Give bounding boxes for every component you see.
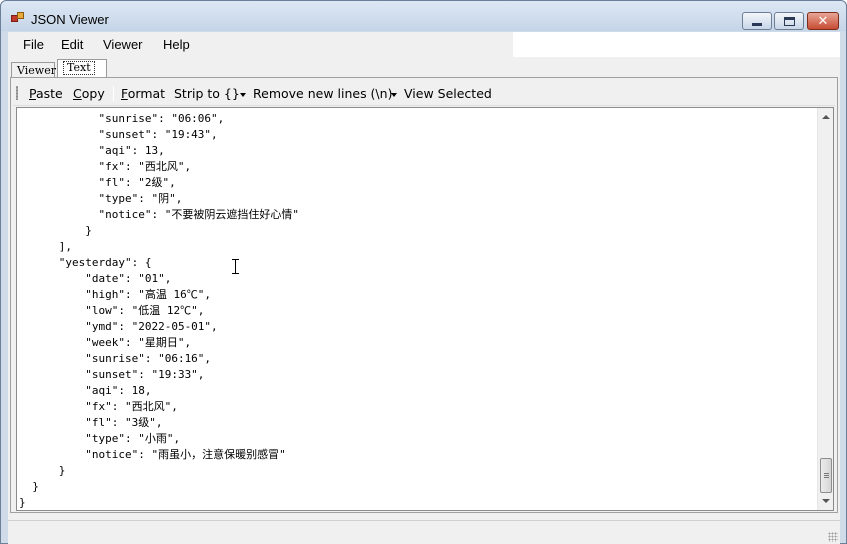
code-line: "notice": "雨虽小，注意保暖别感冒" xyxy=(19,448,286,461)
code-line: "fl": "3级", xyxy=(19,416,163,429)
status-bar xyxy=(8,520,840,544)
code-line: "type": "小雨", xyxy=(19,432,181,445)
strip-to-braces-button[interactable]: Strip to {} xyxy=(174,86,240,101)
code-line: "high": "高温 16℃", xyxy=(19,288,211,301)
close-button[interactable]: ✕ xyxy=(807,12,839,30)
scrollbar-thumb[interactable] xyxy=(820,458,832,493)
code-line: "aqi": 13, xyxy=(19,144,165,157)
toolbar-separator xyxy=(113,86,114,101)
code-line: } xyxy=(19,224,92,237)
menu-viewer[interactable]: Viewer xyxy=(103,37,143,52)
code-line: "type": "阴", xyxy=(19,192,183,205)
code-line: "ymd": "2022-05-01", xyxy=(19,320,218,333)
code-line: "fl": "2级", xyxy=(19,176,176,189)
code-line: "low": "低温 12℃", xyxy=(19,304,205,317)
code-line: "notice": "不要被阴云遮挡住好心情" xyxy=(19,208,299,221)
format-button[interactable]: Format xyxy=(121,86,165,101)
app-icon[interactable] xyxy=(11,12,25,24)
menu-edit[interactable]: Edit xyxy=(61,37,83,52)
code-line: "week": "星期日", xyxy=(19,336,192,349)
view-selected-button[interactable]: View Selected xyxy=(404,86,492,101)
text-tab-panel: Paste Copy Format Strip to {} Remove new… xyxy=(10,77,838,513)
menu-file[interactable]: File xyxy=(23,37,44,52)
maximize-icon xyxy=(783,16,795,26)
remove-newlines-dropdown-arrow-icon[interactable] xyxy=(391,93,397,97)
code-line: "sunset": "19:33", xyxy=(19,368,205,381)
close-icon: ✕ xyxy=(817,13,829,29)
tab-strip: Viewer Text xyxy=(8,59,840,79)
client-area: File Edit Viewer Help Viewer Text Paste … xyxy=(8,32,840,544)
tab-text[interactable]: Text xyxy=(57,59,107,78)
minimize-icon xyxy=(752,22,762,26)
app-window: JSON Viewer ✕ File Edit Viewer Help View… xyxy=(0,0,847,544)
code-line: ], xyxy=(19,240,72,253)
code-line: "aqi": 18, xyxy=(19,384,152,397)
tab-viewer[interactable]: Viewer xyxy=(11,62,56,78)
minimize-button[interactable] xyxy=(742,12,772,30)
vertical-scrollbar[interactable] xyxy=(817,108,833,510)
maximize-button[interactable] xyxy=(774,12,804,30)
code-line: "sunrise": "06:16", xyxy=(19,352,212,365)
tab-viewer-label: Viewer xyxy=(17,64,56,77)
code-line: "date": "01", xyxy=(19,272,172,285)
code-line: } xyxy=(19,496,26,509)
strip-dropdown-arrow-icon[interactable] xyxy=(240,93,246,97)
code-line: } xyxy=(19,464,66,477)
code-line: "fx": "西北风", xyxy=(19,160,192,173)
copy-button[interactable]: Copy xyxy=(73,86,105,101)
scroll-down-icon[interactable] xyxy=(822,499,830,503)
code-area[interactable]: "sunrise": "06:06", "sunset": "19:43", "… xyxy=(17,111,817,509)
scroll-up-icon[interactable] xyxy=(822,115,830,119)
resize-grip-icon[interactable] xyxy=(828,532,838,542)
remove-new-lines-button[interactable]: Remove new lines (\n) xyxy=(253,86,392,101)
code-line: } xyxy=(19,480,39,493)
toolbar-grip[interactable] xyxy=(16,86,18,100)
menu-bar-filler xyxy=(513,32,840,57)
code-line: "yesterday": { xyxy=(19,256,152,269)
code-line: "fx": "西北风", xyxy=(19,400,178,413)
menu-help[interactable]: Help xyxy=(163,37,190,52)
tab-text-label: Text xyxy=(63,61,95,75)
toolbar: Paste Copy Format Strip to {} Remove new… xyxy=(13,81,835,106)
code-line: "sunset": "19:43", xyxy=(19,128,218,141)
title-bar[interactable]: JSON Viewer ✕ xyxy=(1,1,846,31)
text-cursor-icon xyxy=(232,259,239,274)
json-text-editor[interactable]: "sunrise": "06:06", "sunset": "19:43", "… xyxy=(16,107,834,511)
paste-button[interactable]: Paste xyxy=(29,86,63,101)
code-line: "sunrise": "06:06", xyxy=(19,112,225,125)
window-title: JSON Viewer xyxy=(31,12,109,27)
menu-bar: File Edit Viewer Help xyxy=(8,32,513,57)
